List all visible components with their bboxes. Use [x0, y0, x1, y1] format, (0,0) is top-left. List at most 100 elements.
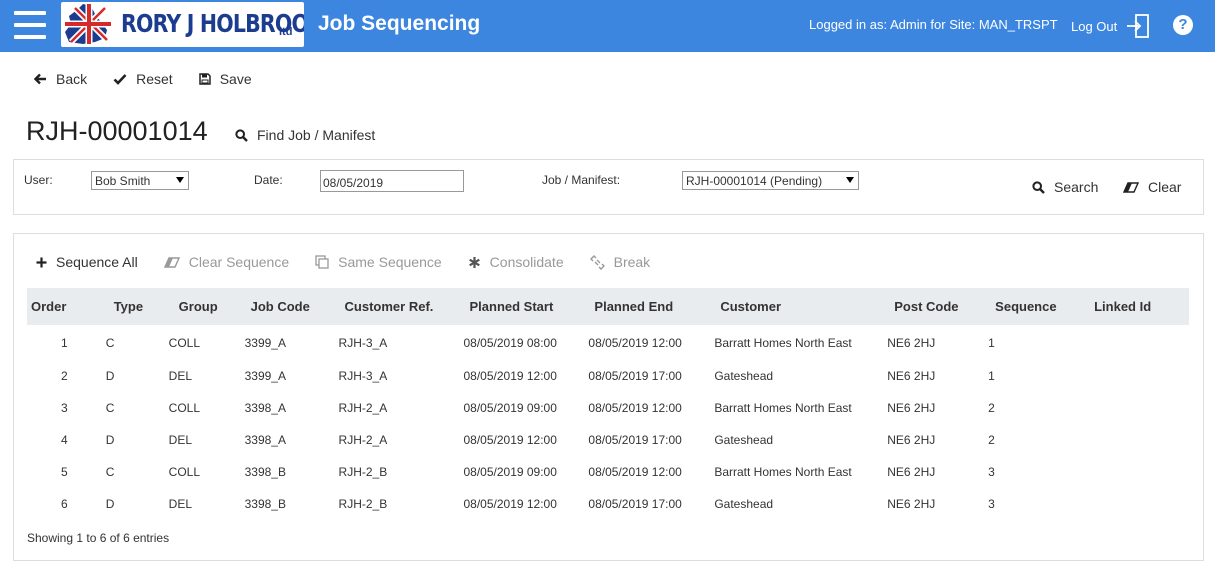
column-header-type[interactable]: Type: [68, 288, 147, 325]
linked-id-cell: [1071, 488, 1189, 520]
logo-ltd: ltd: [279, 26, 293, 38]
table-row[interactable]: 4 D DEL 3398_A RJH-2_A 08/05/2019 12:00 08/05/…: [27, 424, 1189, 456]
job-manifest-select[interactable]: RJH-00001014 (Pending): [682, 171, 859, 190]
break-button[interactable]: Break: [589, 254, 651, 270]
table-info: Showing 1 to 6 of 6 entries: [27, 531, 170, 545]
save-button[interactable]: Save: [198, 71, 252, 87]
clear-sequence-button[interactable]: Clear Sequence: [163, 254, 290, 270]
search-button[interactable]: Search: [1032, 179, 1098, 195]
consolidate-label: Consolidate: [489, 254, 564, 270]
column-header-sequence[interactable]: Sequence: [972, 288, 1071, 325]
table-row[interactable]: 1 C COLL 3399_A RJH-3_A 08/05/2019 08:00 08/05…: [27, 325, 1189, 360]
column-header-post-code[interactable]: Post Code: [871, 288, 972, 325]
eraser-icon: [163, 256, 180, 268]
search-icon: [1032, 180, 1045, 194]
same-sequence-button[interactable]: Same Sequence: [315, 254, 442, 270]
table-row[interactable]: 5 C COLL 3398_B RJH-2_B 08/05/2019 09:00 08/05…: [27, 456, 1189, 488]
user-select[interactable]: Bob Smith: [91, 171, 189, 190]
group-cell: COLL: [168, 335, 201, 350]
user-label: User:: [24, 173, 53, 187]
top-bar: RORY J HOLBROOK ltd Job Sequencing Logge…: [0, 0, 1215, 52]
customer-cell: Barratt Homes North East: [714, 401, 852, 415]
date-input[interactable]: [320, 170, 464, 192]
order-cell: 2: [61, 369, 68, 383]
table-row[interactable]: 3 C COLL 3398_A RJH-2_A 08/05/2019 09:00 08/05…: [27, 392, 1189, 424]
table-body: 1 C COLL 3399_A RJH-3_A 08/05/2019 08:00 08/05…: [27, 325, 1189, 520]
clear-sequence-label: Clear Sequence: [188, 254, 290, 270]
planned-end-cell: 08/05/2019 12:00: [588, 335, 682, 350]
sequence-cell: 3: [988, 497, 995, 511]
group-cell: DEL: [168, 497, 192, 511]
menu-icon[interactable]: [14, 11, 46, 39]
column-header-order[interactable]: Order: [27, 288, 68, 325]
column-header-customer-ref[interactable]: Customer Ref.: [322, 288, 447, 325]
reset-label: Reset: [136, 71, 173, 87]
column-header-group[interactable]: Group: [147, 288, 228, 325]
job-code-cell: 3398_B: [244, 465, 286, 479]
table-row[interactable]: 2 D DEL 3399_A RJH-3_A 08/05/2019 12:00 08/05/…: [27, 360, 1189, 392]
customer-ref-cell: RJH-2_B: [338, 465, 388, 479]
job-code-cell: 3398_B: [244, 497, 286, 511]
eraser-icon: [1123, 181, 1139, 193]
plus-icon: [36, 257, 47, 267]
sequence-cell: 1: [988, 335, 995, 350]
customer-ref-cell: RJH-2_B: [338, 497, 388, 511]
broken-link-icon: [589, 254, 605, 270]
help-icon[interactable]: ?: [1173, 15, 1193, 35]
logout-icon: [1127, 14, 1150, 38]
filter-panel: User: Bob Smith Date: Job / Manifest: RJ…: [13, 159, 1204, 215]
clear-button[interactable]: Clear: [1123, 179, 1181, 195]
back-button[interactable]: Back: [34, 71, 87, 87]
customer-ref-cell: RJH-3_A: [338, 335, 388, 350]
copy-icon: [315, 255, 329, 269]
planned-end-cell: 08/05/2019 12:00: [588, 401, 682, 415]
back-label: Back: [56, 71, 88, 87]
planned-start-cell: 08/05/2019 12:00: [463, 433, 557, 447]
planned-start-cell: 08/05/2019 08:00: [463, 335, 557, 350]
sequence-cell: 1: [988, 369, 995, 383]
type-cell: D: [105, 369, 115, 383]
arrow-left-icon: [34, 73, 46, 85]
post-code-cell: NE6 2HJ: [887, 497, 936, 511]
customer-cell: Barratt Homes North East: [714, 335, 852, 350]
type-cell: C: [105, 335, 115, 350]
type-cell: D: [105, 497, 115, 511]
post-code-cell: NE6 2HJ: [887, 401, 936, 415]
save-label: Save: [219, 71, 252, 87]
customer-ref-cell: RJH-3_A: [338, 369, 388, 383]
union-flag-map-icon: [65, 4, 111, 45]
logout-button[interactable]: Log Out: [1071, 12, 1151, 40]
planned-end-cell: 08/05/2019 12:00: [588, 465, 682, 479]
column-header-planned-start[interactable]: Planned Start: [446, 288, 571, 325]
planned-end-cell: 08/05/2019 17:00: [588, 497, 682, 511]
customer-cell: Gateshead: [714, 497, 774, 511]
post-code-cell: NE6 2HJ: [887, 433, 936, 447]
linked-id-cell: [1071, 360, 1189, 392]
order-cell: 4: [61, 433, 68, 447]
post-code-cell: NE6 2HJ: [887, 465, 936, 479]
order-cell: 3: [61, 401, 68, 415]
column-header-linked-id[interactable]: Linked Id: [1071, 288, 1189, 325]
sequence-all-button[interactable]: Sequence All: [36, 254, 138, 270]
column-header-job-code[interactable]: Job Code: [228, 288, 322, 325]
job-code-cell: 3398_A: [244, 401, 286, 415]
user-select-value: Bob Smith: [95, 174, 151, 188]
reset-button[interactable]: Reset: [113, 71, 173, 87]
break-label: Break: [613, 254, 651, 270]
sequence-panel: Sequence All Clear Sequence Same Sequenc…: [13, 233, 1204, 561]
customer-cell: Barratt Homes North East: [714, 465, 852, 479]
sequence-toolbar: Sequence All Clear Sequence Same Sequenc…: [36, 254, 676, 270]
table-row[interactable]: 6 D DEL 3398_B RJH-2_B 08/05/2019 12:00 08/05/…: [27, 488, 1189, 520]
search-icon: [235, 128, 248, 142]
type-cell: D: [105, 433, 115, 447]
asterisk-icon: [468, 256, 480, 268]
post-code-cell: NE6 2HJ: [887, 369, 936, 383]
column-header-customer[interactable]: Customer: [697, 288, 871, 325]
find-job-button[interactable]: Find Job / Manifest: [235, 127, 375, 143]
chevron-down-icon: [176, 177, 184, 183]
clear-label: Clear: [1148, 179, 1182, 195]
column-header-planned-end[interactable]: Planned End: [571, 288, 697, 325]
company-logo[interactable]: RORY J HOLBROOK ltd: [61, 2, 304, 47]
customer-cell: Gateshead: [714, 433, 774, 447]
consolidate-button[interactable]: Consolidate: [468, 254, 564, 270]
